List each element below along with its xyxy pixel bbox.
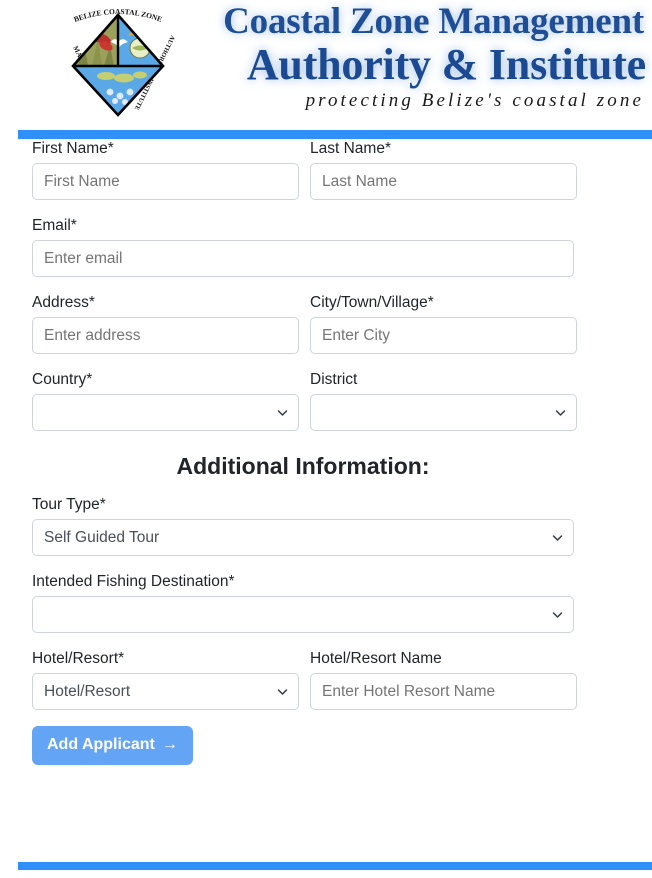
tour-type-select[interactable]: Self Guided Tour xyxy=(32,519,574,556)
fishing-destination-label: Intended Fishing Destination* xyxy=(32,573,235,590)
fishing-destination-field-group: Intended Fishing Destination* xyxy=(32,572,574,633)
tagline: protecting Belize's coastal zone xyxy=(305,90,644,111)
city-label: City/Town/Village* xyxy=(310,294,434,311)
cmzai-logo-icon: BELIZE COASTAL ZONE MANAGEMENT AUTHORITY… xyxy=(48,2,188,120)
arrow-right-icon: → xyxy=(161,736,178,753)
city-field-group: City/Town/Village* xyxy=(310,293,577,354)
country-district-row: Country* District xyxy=(0,370,652,431)
first-name-field-group: First Name* xyxy=(32,139,299,200)
city-input[interactable] xyxy=(310,317,577,354)
add-applicant-button[interactable]: Add Applicant → xyxy=(32,726,193,765)
last-name-field-group: Last Name* xyxy=(310,139,577,200)
first-name-input[interactable] xyxy=(32,163,299,200)
hotel-resort-label: Hotel/Resort* xyxy=(32,650,125,667)
district-field-group: District xyxy=(310,370,577,431)
address-field-group: Address* xyxy=(32,293,299,354)
email-input[interactable] xyxy=(32,240,574,277)
email-row: Email* xyxy=(0,216,652,277)
hotel-resort-name-label: Hotel/Resort Name xyxy=(310,650,442,667)
tour-type-row: Tour Type* Self Guided Tour xyxy=(0,495,652,556)
title-line-1: Coastal Zone Management xyxy=(223,1,644,42)
district-select[interactable] xyxy=(310,394,577,431)
site-banner: BELIZE COASTAL ZONE MANAGEMENT AUTHORITY… xyxy=(0,0,652,126)
organization-title: Coastal Zone Management Authority & Inst… xyxy=(180,2,650,122)
additional-information-heading: Additional Information: xyxy=(176,453,430,479)
tour-type-label: Tour Type* xyxy=(32,496,106,513)
address-label: Address* xyxy=(32,294,95,311)
hotel-resort-field-group: Hotel/Resort* Hotel/Resort xyxy=(32,649,299,710)
address-input[interactable] xyxy=(32,317,299,354)
email-label: Email* xyxy=(32,217,77,234)
country-field-group: Country* xyxy=(32,370,299,431)
fishing-destination-select[interactable] xyxy=(32,596,574,633)
add-applicant-label: Add Applicant xyxy=(47,736,155,753)
hotel-resort-name-field-group: Hotel/Resort Name xyxy=(310,649,577,710)
address-row: Address* City/Town/Village* xyxy=(0,293,652,354)
title-line-2: Authority & Institute xyxy=(246,40,646,89)
email-field-group: Email* xyxy=(32,216,574,277)
applicant-form: First Name* Last Name* Email* Address* C… xyxy=(0,139,652,765)
hotel-resort-name-input[interactable] xyxy=(310,673,577,710)
hotel-resort-select[interactable]: Hotel/Resort xyxy=(32,673,299,710)
country-select[interactable] xyxy=(32,394,299,431)
fishing-destination-row: Intended Fishing Destination* xyxy=(0,572,652,633)
top-divider-bar xyxy=(18,130,652,139)
submit-row: Add Applicant → xyxy=(0,726,652,765)
last-name-label: Last Name* xyxy=(310,140,391,157)
name-row: First Name* Last Name* xyxy=(0,139,652,200)
district-label: District xyxy=(310,371,358,388)
country-label: Country* xyxy=(32,371,93,388)
hotel-resort-row: Hotel/Resort* Hotel/Resort Hotel/Resort … xyxy=(0,649,652,710)
last-name-input[interactable] xyxy=(310,163,577,200)
bottom-divider-bar xyxy=(18,862,652,870)
first-name-label: First Name* xyxy=(32,140,114,157)
tour-type-field-group: Tour Type* Self Guided Tour xyxy=(32,495,574,556)
